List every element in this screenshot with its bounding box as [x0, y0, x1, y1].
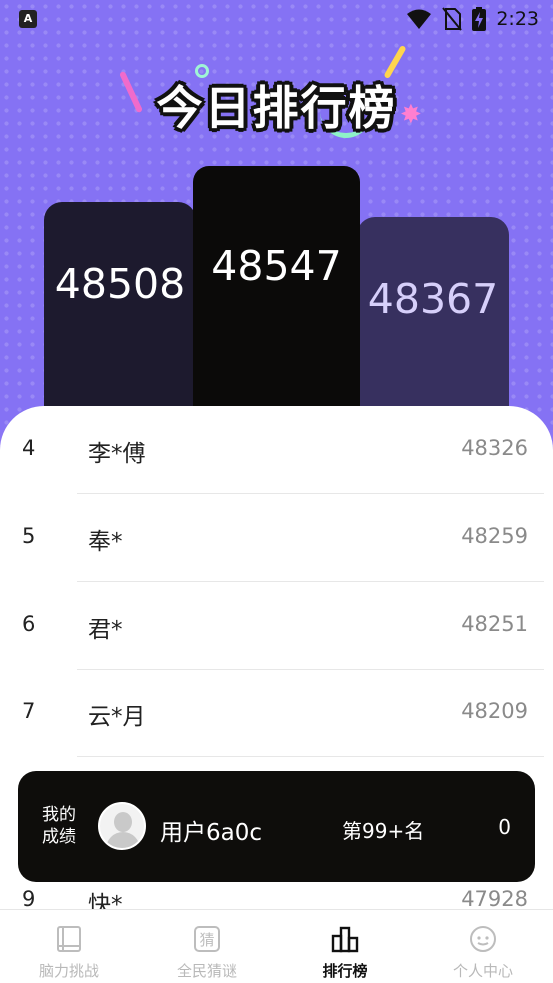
- status-time: 2:23: [496, 8, 539, 30]
- avatar-body-icon: [106, 832, 140, 848]
- page-title: 今日排行榜: [156, 81, 397, 135]
- rank-number: 4: [22, 436, 36, 460]
- my-score-card[interactable]: 我的成绩 用户6a0c 第99+名 0: [18, 771, 535, 882]
- app-notification-icon: A: [19, 10, 37, 28]
- avatar-head-icon: [114, 812, 132, 832]
- list-item: 4 李*傅 48326: [0, 406, 553, 494]
- rank-score: 47928: [461, 887, 528, 909]
- my-rank: 第99+名: [342, 819, 425, 843]
- leaderboard-icon: [331, 926, 359, 953]
- podium-third-score: 48367: [367, 275, 499, 323]
- podium-first-place: 48547: [193, 166, 360, 432]
- rank-user-name: 李*傅: [88, 441, 146, 467]
- hero-background: A 2:23 ✸ 今日排行榜 48508 48367 48547: [0, 0, 553, 432]
- tab-brain-challenge[interactable]: 脑力挑战: [0, 910, 138, 983]
- rank-score: 48209: [461, 699, 528, 723]
- avatar: [98, 802, 146, 850]
- tab-profile[interactable]: 个人中心: [414, 910, 552, 983]
- podium-second-place: 48508: [44, 202, 196, 432]
- rank-user-name: 快*: [88, 892, 123, 909]
- rank-score: 48326: [461, 436, 528, 460]
- tab-guess-riddles[interactable]: 猜 全民猜谜: [138, 910, 276, 983]
- rank-user-name: 云*月: [88, 704, 146, 730]
- my-username: 用户6a0c: [160, 820, 263, 846]
- row-divider: [77, 756, 544, 757]
- tab-label: 排行榜: [322, 962, 368, 980]
- tab-label: 全民猜谜: [176, 962, 237, 980]
- tab-label: 个人中心: [452, 962, 513, 980]
- rank-score: 48251: [461, 612, 528, 636]
- battery-charging-icon: [472, 7, 487, 31]
- list-item: 6 君* 48251: [0, 582, 553, 670]
- guess-icon-glyph: 猜: [199, 931, 214, 949]
- rank-user-name: 奉*: [88, 529, 123, 555]
- tab-label: 脑力挑战: [38, 962, 99, 980]
- bottom-tab-bar: 脑力挑战 猜 全民猜谜 排行榜 个人中心: [0, 909, 553, 983]
- wifi-icon: [407, 9, 432, 29]
- rank-number: 9: [22, 887, 36, 909]
- list-item: 7 云*月 48209: [0, 669, 553, 757]
- tab-leaderboard[interactable]: 排行榜: [276, 910, 414, 983]
- profile-face-icon: [470, 926, 496, 952]
- my-score-value: 0: [498, 815, 511, 839]
- rank-number: 7: [22, 699, 36, 723]
- status-bar: A 2:23: [0, 0, 553, 38]
- no-sim-icon: [442, 7, 463, 31]
- my-score-label: 我的成绩: [42, 805, 76, 847]
- podium-second-score: 48508: [54, 260, 186, 308]
- book-icon: [57, 926, 81, 952]
- status-right-group: 2:23: [406, 7, 539, 31]
- rank-number: 5: [22, 524, 36, 548]
- podium-third-place: 48367: [357, 217, 509, 432]
- guess-icon: 猜: [194, 926, 220, 952]
- rank-user-name: 君*: [88, 617, 123, 643]
- list-item: 5 奉* 48259: [0, 494, 553, 582]
- rank-score: 48259: [461, 524, 528, 548]
- rank-number: 6: [22, 612, 36, 636]
- podium-first-score: 48547: [211, 242, 342, 290]
